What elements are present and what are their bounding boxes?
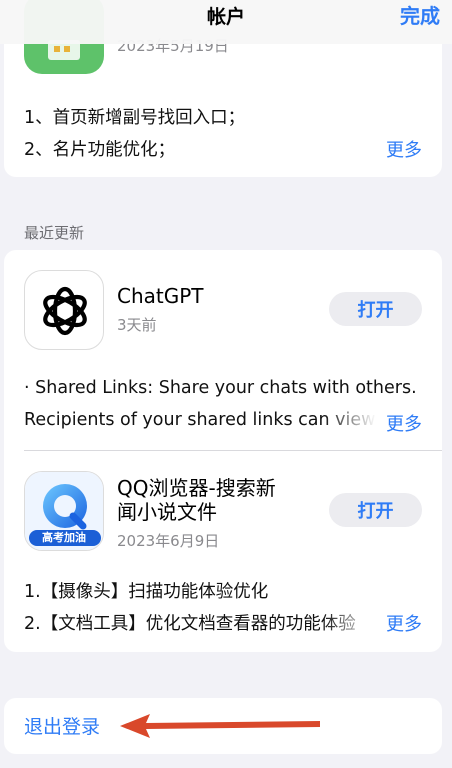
more-link-qq-browser[interactable]: 更多	[386, 610, 422, 636]
app-icon-chatgpt[interactable]	[24, 270, 104, 350]
more-link[interactable]: 更多	[386, 136, 422, 162]
icon-badge-text: 高考加油	[42, 531, 86, 544]
openai-knot-icon	[43, 286, 87, 336]
release-note-line: 2.【文档工具】优化文档查看器的功能体验	[24, 614, 356, 634]
section-header-recent: 最近更新	[24, 224, 85, 242]
divider	[24, 450, 442, 451]
nav-bar: 帐户 完成	[0, 0, 452, 44]
open-button-chatgpt[interactable]: 打开	[329, 292, 422, 326]
app-date-qq-browser: 2023年6月9日	[117, 532, 220, 550]
release-note-line: 1、首页新增副号找回入口；	[24, 108, 246, 128]
logout-button[interactable]: 退出登录	[24, 712, 100, 739]
open-button-qq-browser[interactable]: 打开	[329, 493, 422, 527]
app-name-qq-browser-line2: 闻小说文件	[117, 500, 217, 524]
release-note-line: 1.【摄像头】扫描功能体验优化	[24, 582, 269, 602]
page-title: 帐户	[206, 6, 245, 28]
recent-updates-card: ChatGPT 3天前 打开 · Shared Links: Share you…	[4, 250, 442, 652]
release-note-line: Recipients of your shared links can view	[24, 410, 376, 430]
app-name-qq-browser: QQ浏览器-搜索新	[117, 476, 276, 500]
app-date-chatgpt: 3天前	[117, 316, 157, 334]
done-button[interactable]: 完成	[400, 0, 440, 29]
release-note-line: · Shared Links: Share your chats with ot…	[24, 378, 417, 398]
more-link-chatgpt[interactable]: 更多	[386, 410, 422, 436]
release-note-line: 2、名片功能优化；	[24, 140, 176, 160]
annotation-arrow-icon	[120, 714, 320, 738]
app-name-chatgpt: ChatGPT	[117, 284, 204, 308]
